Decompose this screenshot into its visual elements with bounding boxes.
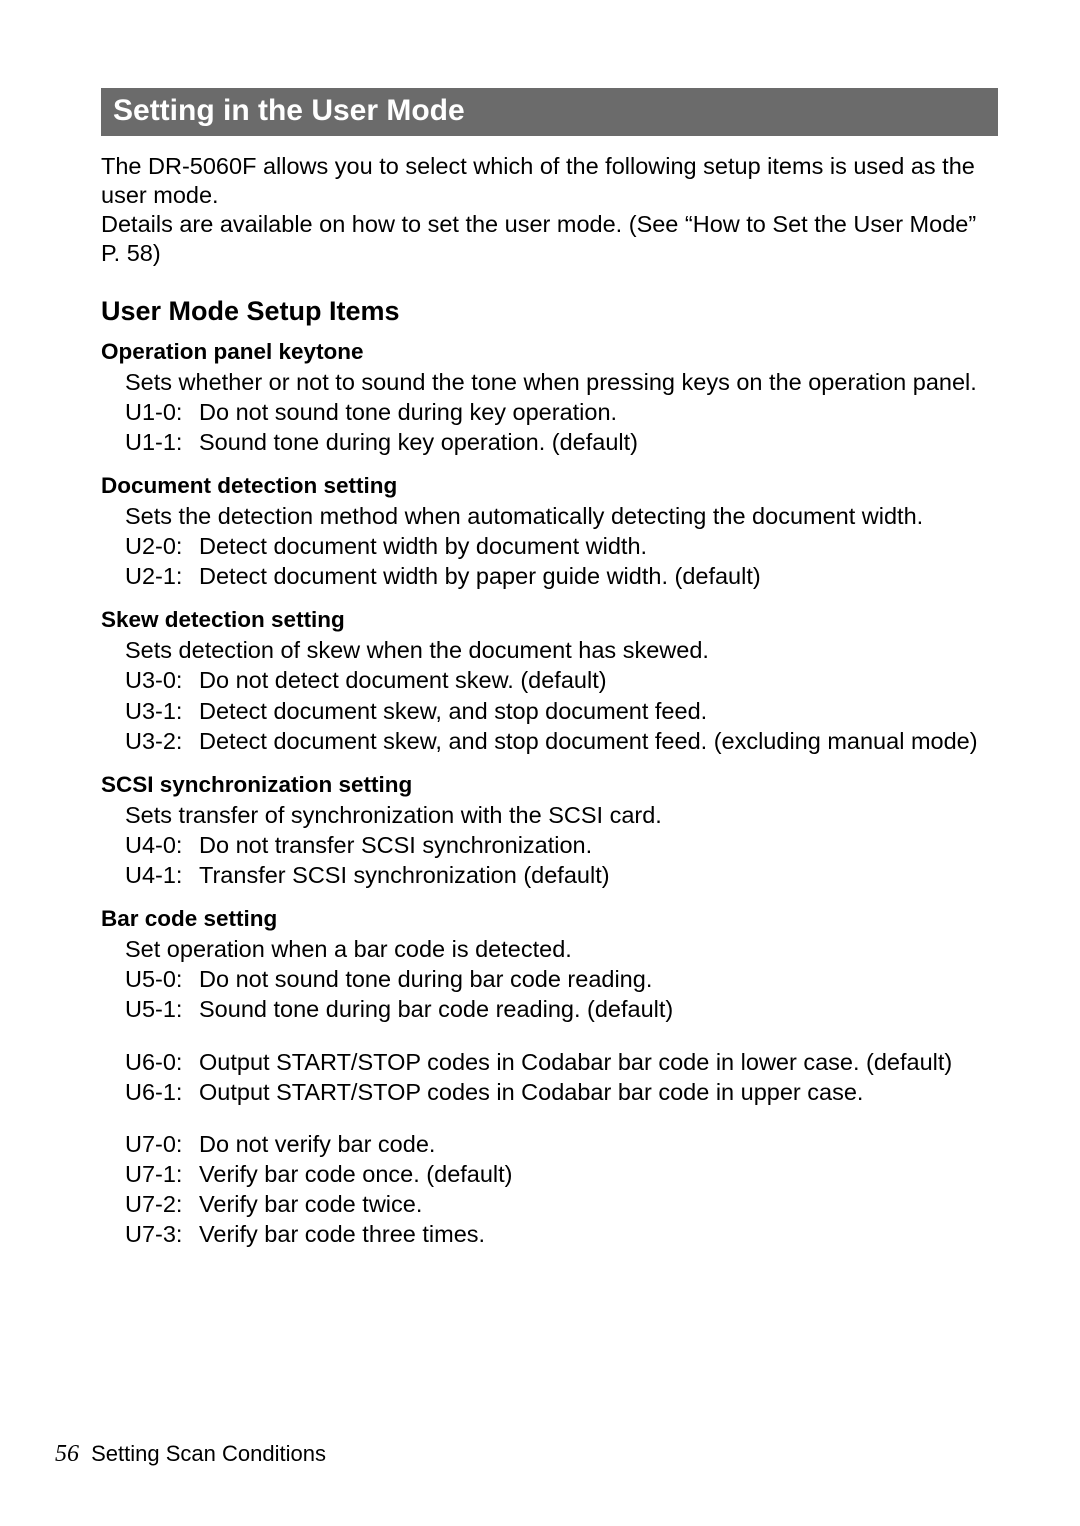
setting-description: Do not verify bar code. [199,1130,998,1159]
section: Bar code setting Set operation when a bar… [101,906,998,1249]
setting-description: Output START/STOP codes in Codabar bar c… [199,1048,998,1077]
setting-code-line: U6-0:Output START/STOP codes in Codabar … [125,1048,998,1077]
setting-description: Do not transfer SCSI synchronization. [199,831,998,860]
setting-description: Do not detect document skew. (default) [199,666,998,695]
section-title: Bar code setting [101,906,998,932]
section: Operation panel keytone Sets whether or n… [101,339,998,457]
setting-code: U3-0: [125,666,199,695]
page-container: Setting in the User Mode The DR-5060F al… [0,0,1080,1526]
setting-description: Detect document width by document width. [199,532,998,561]
section-title: Skew detection setting [101,607,998,633]
section-description: Sets transfer of synchronization with th… [125,801,998,830]
section-body: Sets detection of skew when the document… [101,636,998,756]
section-title: Operation panel keytone [101,339,998,365]
setting-code-line: U7-0:Do not verify bar code. [125,1130,998,1159]
setting-code: U3-2: [125,727,199,756]
setting-description: Do not sound tone during bar code readin… [199,965,998,994]
setting-description: Verify bar code once. (default) [199,1160,998,1189]
setting-code-line: U3-0:Do not detect document skew. (defau… [125,666,998,695]
setting-code-line: U5-0:Do not sound tone during bar code r… [125,965,998,994]
setting-code: U6-1: [125,1078,199,1107]
page-number: 56 [55,1441,79,1467]
setting-code: U7-1: [125,1160,199,1189]
section-body: Sets whether or not to sound the tone wh… [101,368,998,457]
setting-description: Transfer SCSI synchronization (default) [199,861,998,890]
setting-code: U3-1: [125,697,199,726]
setting-code-line: U4-1:Transfer SCSI synchronization (defa… [125,861,998,890]
setting-description: Detect document skew, and stop document … [199,697,998,726]
intro-paragraph: The DR-5060F allows you to select which … [101,152,998,268]
sub-heading: User Mode Setup Items [101,296,998,327]
setting-description: Sound tone during key operation. (defaul… [199,428,998,457]
sections-container: Operation panel keytone Sets whether or n… [101,339,998,1250]
setting-code-line: U7-3:Verify bar code three times. [125,1220,998,1249]
setting-code-line: U6-1:Output START/STOP codes in Codabar … [125,1078,998,1107]
setting-code-line: U1-1:Sound tone during key operation. (d… [125,428,998,457]
setting-code: U7-2: [125,1190,199,1219]
setting-code: U4-1: [125,861,199,890]
setting-code-line: U2-0:Detect document width by document w… [125,532,998,561]
section-description: Set operation when a bar code is detecte… [125,935,998,964]
section-description: Sets detection of skew when the document… [125,636,998,665]
section-body: Sets transfer of synchronization with th… [101,801,998,890]
setting-code-line: U3-1:Detect document skew, and stop docu… [125,697,998,726]
setting-code: U4-0: [125,831,199,860]
section: Skew detection setting Sets detection of … [101,607,998,756]
setting-description: Sound tone during bar code reading. (def… [199,995,998,1024]
setting-code-line: U5-1:Sound tone during bar code reading.… [125,995,998,1024]
setting-code: U5-1: [125,995,199,1024]
setting-code: U7-3: [125,1220,199,1249]
setting-code: U2-1: [125,562,199,591]
group-gap [125,1108,998,1130]
setting-code-line: U2-1:Detect document width by paper guid… [125,562,998,591]
setting-code: U6-0: [125,1048,199,1077]
section-description: Sets the detection method when automatic… [125,502,998,531]
page-footer: 56 Setting Scan Conditions [55,1441,326,1468]
setting-code-line: U7-1:Verify bar code once. (default) [125,1160,998,1189]
setting-code: U2-0: [125,532,199,561]
group-gap [125,1026,998,1048]
setting-description: Verify bar code twice. [199,1190,998,1219]
section: SCSI synchronization setting Sets transfe… [101,772,998,890]
setting-code: U5-0: [125,965,199,994]
section-body: Set operation when a bar code is detecte… [101,935,998,1249]
footer-text: Setting Scan Conditions [91,1441,326,1466]
setting-description: Detect document width by paper guide wid… [199,562,998,591]
setting-code-line: U7-2:Verify bar code twice. [125,1190,998,1219]
setting-description: Output START/STOP codes in Codabar bar c… [199,1078,998,1107]
setting-code-line: U1-0:Do not sound tone during key operat… [125,398,998,427]
section-title: Document detection setting [101,473,998,499]
section: Document detection setting Sets the detec… [101,473,998,591]
section-title: SCSI synchronization setting [101,772,998,798]
section-body: Sets the detection method when automatic… [101,502,998,591]
main-heading: Setting in the User Mode [101,88,998,136]
setting-code: U7-0: [125,1130,199,1159]
setting-description: Do not sound tone during key operation. [199,398,998,427]
setting-code: U1-0: [125,398,199,427]
section-description: Sets whether or not to sound the tone wh… [125,368,998,397]
setting-description: Detect document skew, and stop document … [199,727,998,756]
setting-description: Verify bar code three times. [199,1220,998,1249]
setting-code-line: U3-2:Detect document skew, and stop docu… [125,727,998,756]
setting-code: U1-1: [125,428,199,457]
setting-code-line: U4-0:Do not transfer SCSI synchronizatio… [125,831,998,860]
